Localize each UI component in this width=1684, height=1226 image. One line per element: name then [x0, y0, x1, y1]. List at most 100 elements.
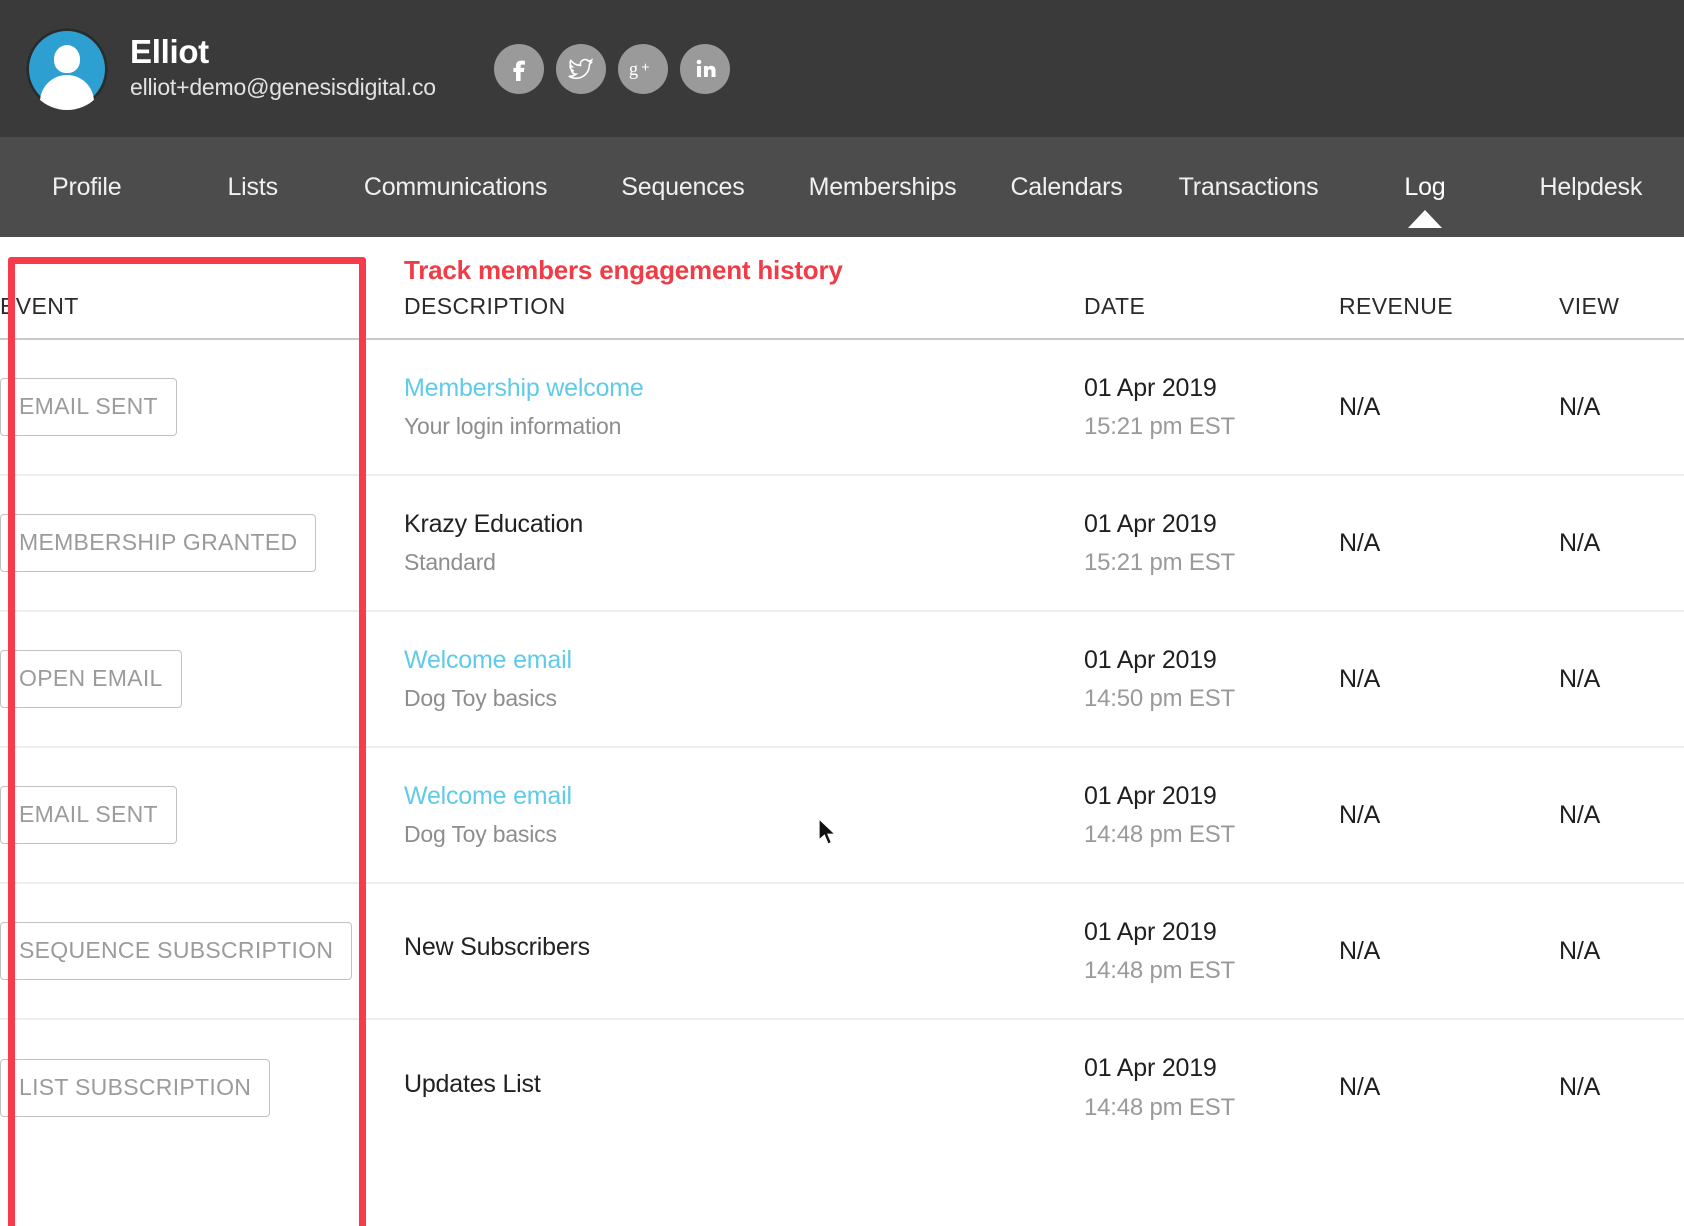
time-value: 15:21 pm EST [1084, 413, 1236, 441]
cell-description: Membership welcome Your login information [404, 339, 1084, 476]
table-row: SEQUENCE SUBSCRIPTION New Subscribers 01 A… [0, 883, 1684, 1020]
view-value: N/A [1559, 528, 1601, 557]
cell-view: N/A [1559, 1019, 1684, 1155]
date-value: 01 Apr 2019 [1084, 509, 1217, 538]
event-badge[interactable]: OPEN EMAIL [0, 650, 182, 708]
cell-event: OPEN EMAIL [0, 611, 404, 748]
table-row: MEMBERSHIP GRANTED Krazy Education Standar… [0, 475, 1684, 612]
table-row: EMAIL SENT Welcome email Dog Toy basics 01 … [0, 747, 1684, 884]
nav-item-log[interactable]: Log [1400, 172, 1449, 228]
cell-view: N/A [1559, 475, 1684, 612]
main-nav: Profile Lists Communications Sequences M… [0, 137, 1684, 237]
description-link[interactable]: Welcome email [404, 780, 1084, 814]
view-value: N/A [1559, 1073, 1601, 1101]
cell-view: N/A [1559, 883, 1684, 1020]
column-header-date: DATE [1084, 237, 1339, 340]
table-row: OPEN EMAIL Welcome email Dog Toy basics 01 … [0, 611, 1684, 748]
description-subtitle: Dog Toy basics [404, 820, 557, 847]
event-badge[interactable]: SEQUENCE SUBSCRIPTION [0, 922, 353, 980]
description-subtitle: Your login information [404, 412, 622, 439]
date-value: 01 Apr 2019 [1084, 1054, 1217, 1083]
date-value: 01 Apr 2019 [1084, 917, 1217, 946]
top-header: Elliot elliot+demo@genesisdigital.co g + [0, 0, 1684, 137]
nav-item-log-label: Log [1404, 172, 1446, 201]
revenue-value: N/A [1339, 664, 1381, 693]
cell-view: N/A [1559, 611, 1684, 748]
cell-date: 01 Apr 2019 15:21 pm EST [1084, 475, 1339, 612]
date-value: 01 Apr 2019 [1084, 373, 1217, 402]
cell-date: 01 Apr 2019 14:50 pm EST [1084, 611, 1339, 748]
active-tab-pointer-icon [1407, 209, 1442, 228]
cell-date: 01 Apr 2019 14:48 pm EST [1084, 883, 1339, 1020]
event-badge[interactable]: LIST SUBSCRIPTION [0, 1058, 271, 1117]
svg-text:g: g [629, 59, 638, 80]
cell-revenue: N/A [1339, 339, 1559, 476]
facebook-icon[interactable] [493, 43, 544, 94]
cell-event: LIST SUBSCRIPTION [0, 1019, 404, 1155]
view-value: N/A [1559, 664, 1601, 693]
event-badge[interactable]: MEMBERSHIP GRANTED [0, 514, 317, 572]
nav-item-memberships[interactable]: Memberships [805, 173, 961, 202]
cell-event: EMAIL SENT [0, 747, 404, 884]
user-avatar-icon [26, 27, 108, 110]
avatar [26, 27, 108, 110]
event-badge[interactable]: EMAIL SENT [0, 786, 177, 844]
date-value: 01 Apr 2019 [1084, 781, 1217, 810]
description-title: New Subscribers [404, 933, 590, 962]
cell-description: New Subscribers [404, 883, 1084, 1020]
linkedin-icon[interactable] [679, 43, 730, 94]
date-value: 01 Apr 2019 [1084, 645, 1217, 674]
log-table-section: Track members engagement history EVENT D… [0, 237, 1684, 1226]
column-header-event: EVENT [0, 237, 404, 340]
description-title: Updates List [404, 1069, 541, 1098]
column-header-description: DESCRIPTION [404, 237, 1084, 340]
app-root: Elliot elliot+demo@genesisdigital.co g + [0, 0, 1684, 1226]
revenue-value: N/A [1339, 936, 1381, 965]
cell-revenue: N/A [1339, 883, 1559, 1020]
cell-view: N/A [1559, 747, 1684, 884]
google-plus-icon[interactable]: g + [617, 43, 668, 94]
avatar-body-shape [40, 74, 94, 110]
description-subtitle: Dog Toy basics [404, 684, 557, 711]
cell-description: Krazy Education Standard [404, 475, 1084, 612]
svg-text:+: + [641, 58, 649, 74]
cell-revenue: N/A [1339, 611, 1559, 748]
time-value: 14:48 pm EST [1084, 1093, 1236, 1121]
nav-item-communications[interactable]: Communications [360, 173, 551, 202]
cell-event: MEMBERSHIP GRANTED [0, 475, 404, 612]
avatar-head-shape [54, 44, 80, 73]
revenue-value: N/A [1339, 392, 1381, 421]
table-header-row: EVENT DESCRIPTION DATE REVENUE VIEW [0, 237, 1684, 340]
social-links: g + [493, 43, 730, 94]
nav-item-helpdesk[interactable]: Helpdesk [1536, 173, 1647, 202]
cell-description: Welcome email Dog Toy basics [404, 747, 1084, 884]
revenue-value: N/A [1339, 528, 1381, 557]
table-row: LIST SUBSCRIPTION Updates List 01 Apr 2019… [0, 1019, 1684, 1155]
time-value: 14:48 pm EST [1084, 821, 1236, 849]
revenue-value: N/A [1339, 800, 1381, 829]
cell-revenue: N/A [1339, 475, 1559, 612]
event-badge[interactable]: EMAIL SENT [0, 378, 177, 436]
nav-item-lists[interactable]: Lists [223, 173, 281, 202]
description-link[interactable]: Membership welcome [404, 372, 1084, 406]
time-value: 15:21 pm EST [1084, 549, 1236, 577]
cell-date: 01 Apr 2019 15:21 pm EST [1084, 339, 1339, 476]
user-email: elliot+demo@genesisdigital.co [130, 73, 436, 100]
twitter-icon[interactable] [555, 43, 606, 94]
nav-item-calendars[interactable]: Calendars [1006, 173, 1126, 202]
nav-item-transactions[interactable]: Transactions [1175, 173, 1323, 202]
table-row: EMAIL SENT Membership welcome Your login i… [0, 339, 1684, 476]
description-link[interactable]: Welcome email [404, 644, 1084, 678]
view-value: N/A [1559, 800, 1601, 829]
column-header-view: VIEW [1559, 237, 1684, 340]
description-subtitle: Standard [404, 548, 496, 575]
time-value: 14:48 pm EST [1084, 957, 1236, 985]
cell-view: N/A [1559, 339, 1684, 476]
nav-item-profile[interactable]: Profile [48, 173, 125, 202]
user-identity: Elliot elliot+demo@genesisdigital.co [130, 34, 436, 102]
column-header-revenue: REVENUE [1339, 237, 1559, 340]
view-value: N/A [1559, 936, 1601, 965]
nav-item-sequences[interactable]: Sequences [617, 173, 748, 202]
revenue-value: N/A [1339, 1073, 1381, 1101]
cell-event: EMAIL SENT [0, 339, 404, 476]
